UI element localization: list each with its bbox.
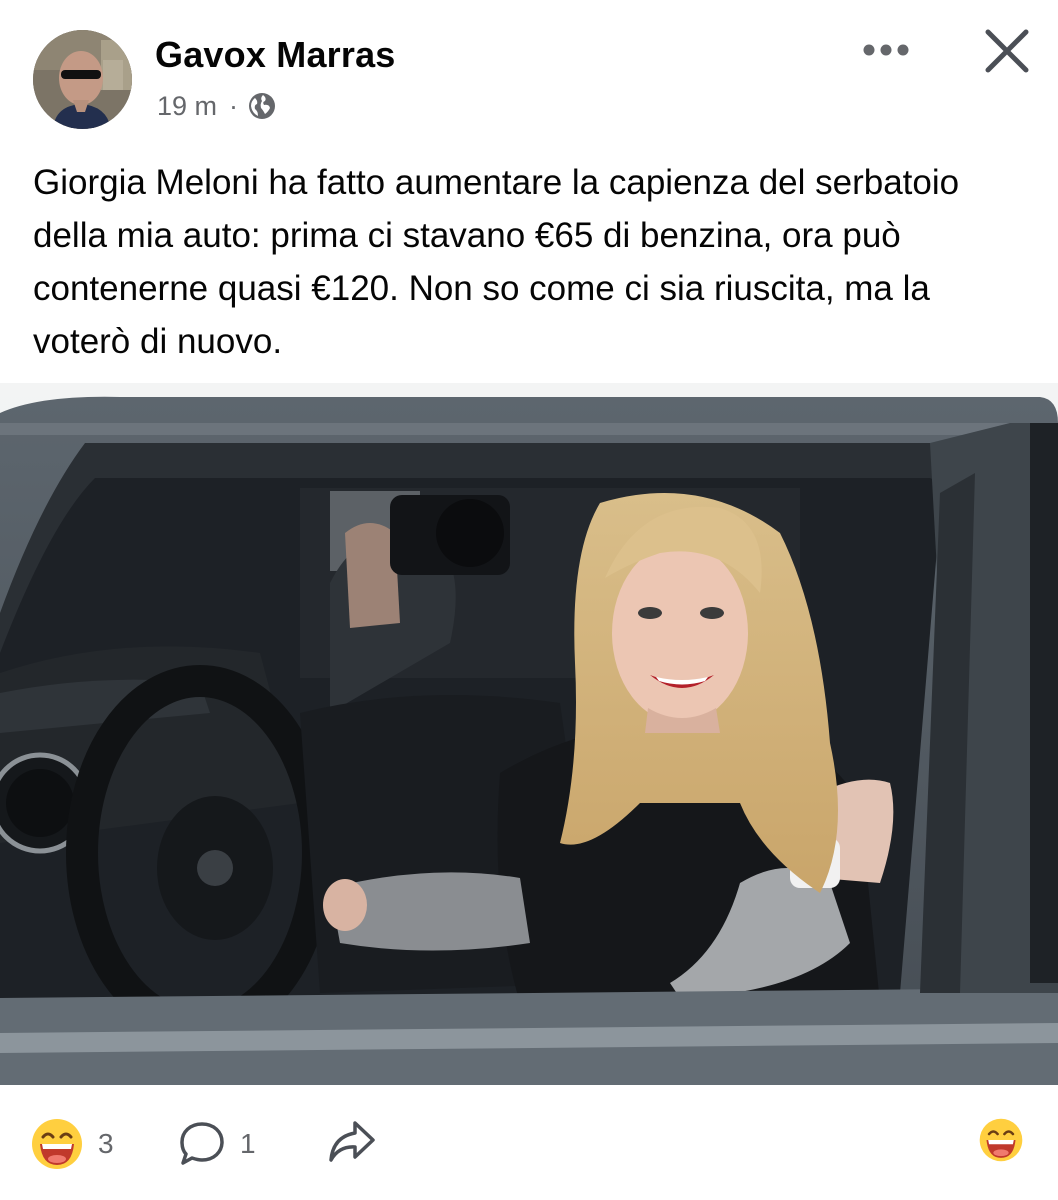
- comment-icon: [180, 1122, 224, 1165]
- post-photo[interactable]: [0, 383, 1058, 1085]
- comment-button[interactable]: 1: [178, 1120, 256, 1168]
- author-name[interactable]: Gavox Marras: [155, 34, 396, 76]
- close-button[interactable]: [980, 24, 1034, 78]
- avatar[interactable]: [33, 30, 132, 129]
- globe-icon: [249, 93, 276, 119]
- more-options-button[interactable]: [858, 30, 914, 70]
- react-button[interactable]: [978, 1117, 1024, 1168]
- reaction-summary[interactable]: 3: [30, 1117, 114, 1171]
- post-timestamp[interactable]: 19 m: [157, 91, 217, 122]
- close-icon: [985, 29, 1029, 73]
- meta-separator: ·: [229, 90, 239, 121]
- post-card: Gavox Marras 19 m · Giorgia Meloni ha fa…: [0, 0, 1058, 1200]
- laughing-emoji-icon: [979, 1118, 1023, 1162]
- post-footer: 3 1: [0, 1100, 1058, 1190]
- share-button[interactable]: [327, 1118, 377, 1171]
- more-options-icon: [863, 44, 909, 56]
- post-photo-image: [0, 383, 1058, 1085]
- post-text: Giorgia Meloni ha fatto aumentare la cap…: [33, 163, 960, 361]
- laughing-emoji-icon: [32, 1119, 82, 1169]
- reaction-count: 3: [98, 1128, 114, 1159]
- avatar-photo: [33, 30, 132, 129]
- comment-count: 1: [240, 1128, 256, 1159]
- post-meta: 19 m ·: [157, 88, 276, 124]
- share-icon: [329, 1121, 375, 1162]
